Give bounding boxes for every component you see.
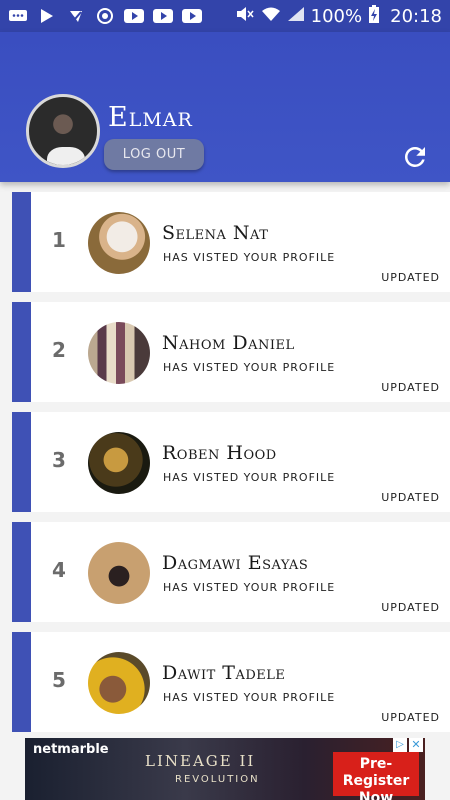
rank-number: 4 — [52, 558, 66, 582]
rank-number: 5 — [52, 668, 66, 692]
list-item[interactable]: 4 Dagmawi Esayas HAS VISTED YOUR PROFILE… — [12, 522, 450, 622]
status-label: UPDATED — [381, 601, 440, 614]
wifi-icon — [261, 6, 281, 27]
chat-icon — [8, 9, 28, 23]
ad-close-icon[interactable]: ✕ — [409, 738, 423, 752]
vpn-icon — [95, 8, 115, 24]
mute-icon — [235, 6, 255, 27]
signal-icon — [287, 6, 305, 27]
visitor-avatar — [88, 542, 150, 604]
refresh-button[interactable] — [400, 142, 430, 172]
visitor-avatar — [88, 322, 150, 384]
play-store-icon — [37, 9, 57, 23]
accent-bar — [12, 522, 31, 622]
battery-charging-icon — [368, 4, 380, 29]
accent-bar — [12, 412, 31, 512]
visitor-name: Dagmawi Esayas — [162, 552, 309, 574]
rank-number: 2 — [52, 338, 66, 362]
refresh-icon — [404, 147, 425, 167]
profile-header: Elmar LOG OUT — [0, 32, 450, 182]
youtube-icon — [153, 9, 173, 23]
status-bar: 100% 20:18 — [0, 0, 450, 32]
visitor-name: Dawit Tadele — [162, 662, 286, 684]
battery-percentage: 100% — [310, 5, 363, 27]
user-avatar[interactable] — [26, 94, 100, 168]
visitor-list: 1 Selena Nat HAS VISTED YOUR PROFILE UPD… — [12, 192, 450, 742]
accent-bar — [12, 192, 31, 292]
rank-number: 1 — [52, 228, 66, 252]
visitor-avatar — [88, 652, 150, 714]
accent-bar — [12, 302, 31, 402]
system-icons: 100% 20:18 — [235, 4, 442, 29]
logout-button[interactable]: LOG OUT — [104, 139, 204, 170]
notification-icons — [8, 8, 202, 24]
username: Elmar — [108, 102, 193, 133]
clock: 20:18 — [390, 5, 442, 27]
status-label: UPDATED — [381, 271, 440, 284]
ad-banner[interactable]: netmarble LINEAGE II REVOLUTION Pre-Regi… — [25, 738, 425, 800]
visitor-name: Nahom Daniel — [162, 332, 295, 354]
accent-bar — [12, 632, 31, 732]
ad-game-subtitle: REVOLUTION — [175, 774, 260, 785]
status-label: UPDATED — [381, 491, 440, 504]
ad-brand: netmarble — [33, 742, 109, 757]
visitor-name: Selena Nat — [162, 222, 269, 244]
ad-game-title: LINEAGE II — [145, 752, 256, 770]
list-item[interactable]: 1 Selena Nat HAS VISTED YOUR PROFILE UPD… — [12, 192, 450, 292]
visit-description: HAS VISTED YOUR PROFILE — [163, 251, 336, 264]
list-item[interactable]: 5 Dawit Tadele HAS VISTED YOUR PROFILE U… — [12, 632, 450, 732]
visit-description: HAS VISTED YOUR PROFILE — [163, 361, 336, 374]
list-item[interactable]: 2 Nahom Daniel HAS VISTED YOUR PROFILE U… — [12, 302, 450, 402]
visitor-avatar — [88, 432, 150, 494]
youtube-icon — [182, 9, 202, 23]
visit-description: HAS VISTED YOUR PROFILE — [163, 471, 336, 484]
list-item[interactable]: 3 Roben Hood HAS VISTED YOUR PROFILE UPD… — [12, 412, 450, 512]
ad-cta-button[interactable]: Pre-Register Now — [333, 752, 419, 800]
status-label: UPDATED — [381, 381, 440, 394]
visit-description: HAS VISTED YOUR PROFILE — [163, 581, 336, 594]
visitor-name: Roben Hood — [162, 442, 277, 464]
visitor-avatar — [88, 212, 150, 274]
rank-number: 3 — [52, 448, 66, 472]
visit-description: HAS VISTED YOUR PROFILE — [163, 691, 336, 704]
task-check-icon — [66, 9, 86, 23]
youtube-icon — [124, 9, 144, 23]
status-label: UPDATED — [381, 711, 440, 724]
ad-info-icon[interactable]: ▷ — [393, 738, 407, 752]
